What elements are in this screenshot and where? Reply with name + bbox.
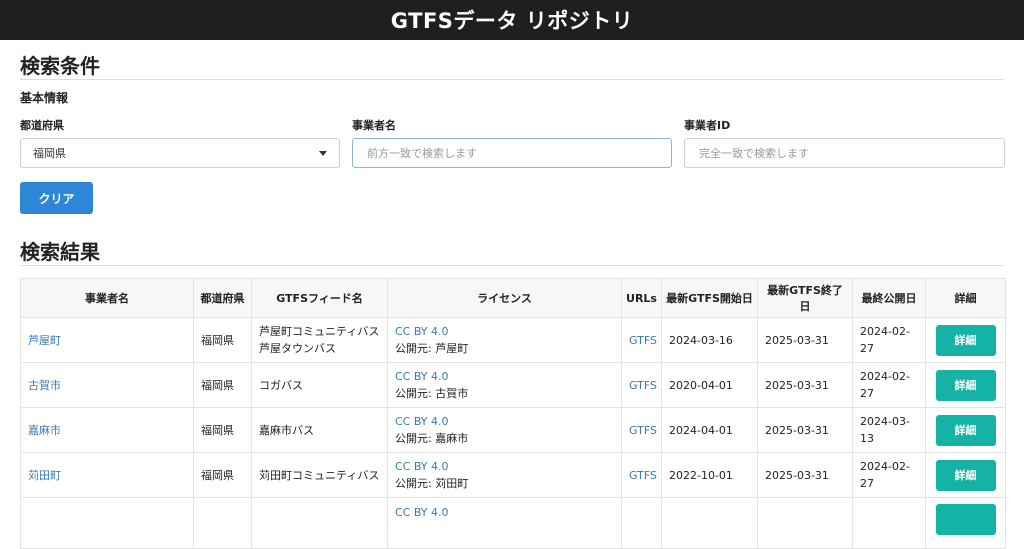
results-section-title: 検索結果 [20, 240, 100, 264]
publisher-text: 公開元: 芦屋町 [395, 342, 469, 355]
prefecture-cell: 福岡県 [193, 362, 252, 408]
gtfs-link[interactable]: GTFS [629, 334, 657, 347]
operator-id-input[interactable] [697, 145, 992, 161]
feed-name-cell [251, 497, 388, 549]
table-row: CC BY 4.0 [20, 497, 1006, 549]
publisher-text: 公開元: 嘉麻市 [395, 432, 469, 445]
prefecture-cell [193, 497, 252, 549]
start-date-cell: 2024-04-01 [661, 407, 758, 453]
license-cell: CC BY 4.0 公開元: 芦屋町 [387, 317, 622, 363]
end-date-cell: 2025-03-31 [757, 317, 853, 363]
publisher-text: 公開元: 古賀市 [395, 387, 469, 400]
column-header: 最終公開日 [852, 278, 926, 318]
divider [20, 79, 1004, 80]
table-header-row: 事業者名 都道府県 GTFSフィード名 ライセンス URLs 最新GTFS開始日… [20, 278, 1006, 318]
license-cell: CC BY 4.0 公開元: 苅田町 [387, 452, 622, 498]
operator-name-label: 事業者名 [352, 119, 396, 132]
clear-button[interactable]: クリア [20, 182, 93, 214]
table-row: 芦屋町 福岡県 芦屋町コミュニティバス 芦屋タウンバス CC BY 4.0 公開… [20, 317, 1006, 363]
start-date-cell: 2020-04-01 [661, 362, 758, 408]
search-section-title: 検索条件 [20, 54, 100, 78]
license-cell: CC BY 4.0 公開元: 古賀市 [387, 362, 622, 408]
gtfs-link[interactable]: GTFS [629, 379, 657, 392]
license-link[interactable]: CC BY 4.0 [395, 323, 614, 340]
table-row: 苅田町 福岡県 苅田町コミュニティバス CC BY 4.0 公開元: 苅田町 G… [20, 452, 1006, 498]
start-date-cell: 2024-03-16 [661, 317, 758, 363]
feed-name: 芦屋町コミュニティバス [259, 325, 380, 338]
operator-link[interactable]: 芦屋町 [28, 334, 61, 347]
feed-name-cell: 嘉麻市バス [251, 407, 388, 453]
publisher-text: 公開元: 苅田町 [395, 477, 469, 490]
column-header: ライセンス [387, 278, 622, 318]
gtfs-link[interactable]: GTFS [629, 424, 657, 437]
operator-id-field[interactable] [684, 138, 1005, 168]
feed-name-cell: 苅田町コミュニティバス [251, 452, 388, 498]
license-link[interactable]: CC BY 4.0 [395, 413, 614, 430]
detail-button[interactable]: 詳細 [935, 459, 996, 491]
operator-name-input[interactable] [365, 145, 659, 161]
published-date-cell: 2024-03-13 [852, 407, 926, 453]
operator-name-field[interactable] [352, 138, 672, 168]
detail-button[interactable]: 詳細 [935, 324, 996, 356]
column-header: 最新GTFS開始日 [661, 278, 758, 318]
table-row: 嘉麻市 福岡県 嘉麻市バス CC BY 4.0 公開元: 嘉麻市 GTFS 20… [20, 407, 1006, 453]
prefecture-cell: 福岡県 [193, 452, 252, 498]
column-header: 最新GTFS終了日 [757, 278, 853, 318]
column-header: 都道府県 [193, 278, 252, 318]
feed-name: 芦屋タウンバス [259, 342, 336, 355]
license-link[interactable]: CC BY 4.0 [395, 458, 614, 475]
prefecture-value: 福岡県 [33, 147, 66, 160]
published-date-cell: 2024-02-27 [852, 362, 926, 408]
column-header: 事業者名 [20, 278, 194, 318]
operator-link[interactable]: 苅田町 [28, 469, 61, 482]
gtfs-link[interactable]: GTFS [629, 469, 657, 482]
license-link[interactable]: CC BY 4.0 [395, 504, 614, 521]
operator-link[interactable]: 嘉麻市 [28, 424, 61, 437]
end-date-cell: 2025-03-31 [757, 362, 853, 408]
prefecture-label: 都道府県 [20, 119, 64, 132]
feed-name-cell: コガバス [251, 362, 388, 408]
license-cell: CC BY 4.0 [387, 497, 622, 549]
prefecture-cell: 福岡県 [193, 407, 252, 453]
operator-link[interactable]: 古賀市 [28, 379, 61, 392]
prefecture-cell: 福岡県 [193, 317, 252, 363]
column-header: GTFSフィード名 [251, 278, 388, 318]
feed-name-cell: 芦屋町コミュニティバス 芦屋タウンバス [251, 317, 388, 363]
divider [20, 265, 1004, 266]
chevron-down-icon [319, 151, 327, 156]
detail-button[interactable]: 詳細 [935, 369, 996, 401]
published-date-cell: 2024-02-27 [852, 317, 926, 363]
detail-button[interactable] [935, 504, 996, 535]
detail-button[interactable]: 詳細 [935, 414, 996, 446]
app-title: GTFSデータ リポジトリ [390, 9, 634, 33]
license-cell: CC BY 4.0 公開元: 嘉麻市 [387, 407, 622, 453]
results-table: 事業者名 都道府県 GTFSフィード名 ライセンス URLs 最新GTFS開始日… [20, 278, 1006, 549]
table-row: 古賀市 福岡県 コガバス CC BY 4.0 公開元: 古賀市 GTFS 202… [20, 362, 1006, 408]
start-date-cell: 2022-10-01 [661, 452, 758, 498]
end-date-cell: 2025-03-31 [757, 452, 853, 498]
published-date-cell: 2024-02-27 [852, 452, 926, 498]
basic-info-heading: 基本情報 [20, 91, 69, 105]
feed-name: コガバス [259, 378, 303, 392]
operator-id-label: 事業者ID [684, 119, 731, 132]
feed-name: 苅田町コミュニティバス [259, 468, 380, 482]
feed-name: 嘉麻市バス [259, 423, 314, 437]
app-header: GTFSデータ リポジトリ [0, 0, 1024, 40]
prefecture-select[interactable]: 福岡県 [20, 138, 340, 168]
license-link[interactable]: CC BY 4.0 [395, 368, 614, 385]
column-header: 詳細 [925, 278, 1006, 318]
end-date-cell: 2025-03-31 [757, 407, 853, 453]
column-header: URLs [621, 278, 662, 318]
